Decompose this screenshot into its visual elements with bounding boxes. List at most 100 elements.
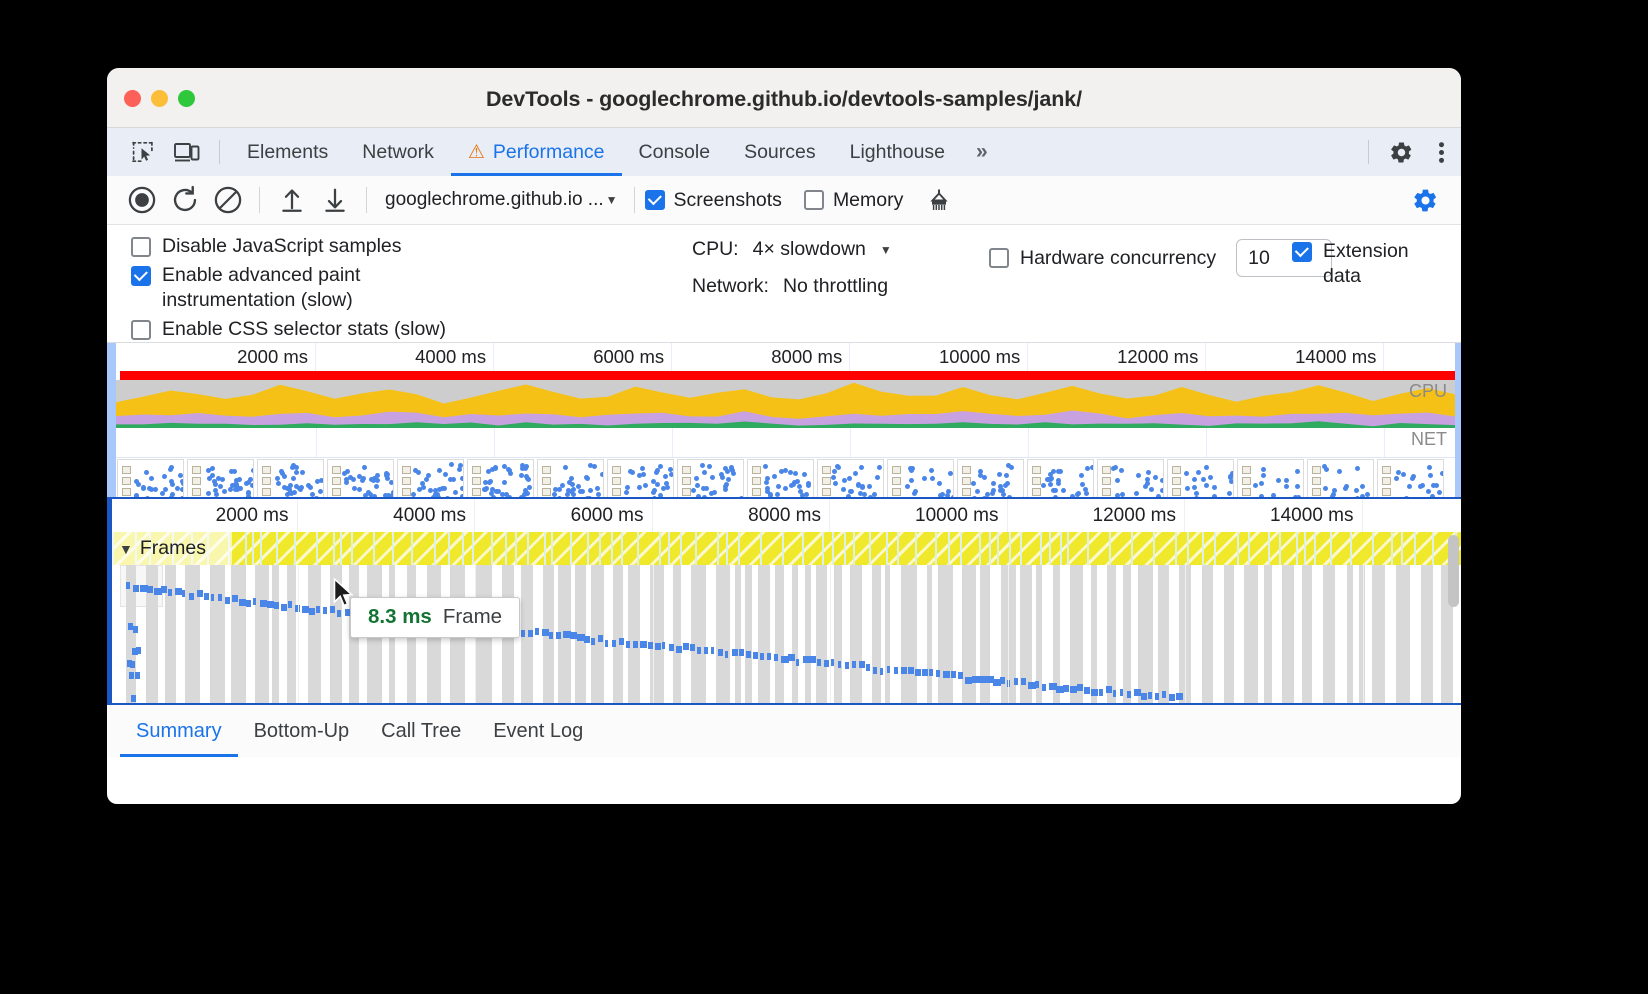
activity-band[interactable] [287,565,297,703]
animation-frame-marker[interactable] [824,660,830,667]
frames-track-header[interactable]: ▼ Frames [112,532,232,565]
activity-band[interactable] [775,565,784,703]
activity-band[interactable] [255,565,269,703]
activity-band[interactable] [1421,565,1433,703]
animation-frame-marker[interactable] [1169,694,1175,701]
animation-frame-marker[interactable] [549,632,553,639]
animation-frame-marker[interactable] [866,664,870,671]
activity-band[interactable] [1224,565,1234,703]
animation-frame-marker[interactable] [1113,690,1116,697]
record-icon[interactable] [120,179,163,222]
cpu-overview-chart[interactable]: CPU [116,380,1455,428]
animation-frame-marker[interactable] [640,641,647,648]
animation-frame-marker[interactable] [556,632,561,639]
animation-frame-marker[interactable] [704,647,708,654]
animation-frame-marker[interactable] [591,638,595,645]
animation-frame-marker[interactable] [246,600,252,607]
tab-bottom-up[interactable]: Bottom-Up [238,705,366,757]
animation-frame-marker[interactable] [1042,684,1046,691]
animation-frame-marker[interactable] [542,629,549,636]
animation-frame-marker[interactable] [655,643,661,650]
animation-frame-marker[interactable] [880,668,883,675]
animation-frame-marker[interactable] [133,585,139,592]
trace-source-select[interactable]: googlechrome.github.io ... ▼ [377,189,624,211]
animation-frame-marker[interactable] [915,669,921,676]
animation-frame-marker[interactable] [873,667,877,674]
animation-frame-marker[interactable] [1120,689,1124,696]
animation-frame-marker[interactable] [1000,677,1005,684]
animation-frame-marker[interactable] [908,667,913,674]
animation-frame-marker[interactable] [128,623,133,630]
animation-frame-marker[interactable] [132,648,137,655]
animation-frame-marker[interactable] [267,601,274,608]
animation-frame-marker[interactable] [197,590,204,597]
animation-frame-marker[interactable] [309,608,315,615]
activity-band[interactable] [231,565,246,703]
activity-band[interactable] [938,565,953,703]
overview-window-left-handle[interactable] [107,343,116,497]
more-options-icon[interactable] [1421,128,1461,176]
animation-frame-marker[interactable] [859,661,865,668]
activity-band[interactable] [1091,565,1097,703]
activity-band[interactable] [1123,565,1132,703]
animation-frame-marker[interactable] [1099,689,1103,696]
animation-frame-marker[interactable] [669,644,674,651]
activity-band[interactable] [1372,565,1385,703]
animation-frame-marker[interactable] [131,695,136,702]
animation-frame-marker[interactable] [130,661,135,668]
download-profile-icon[interactable] [313,179,356,222]
animation-frame-marker[interactable] [129,672,134,679]
animation-frame-marker[interactable] [683,643,689,650]
activity-band[interactable] [834,565,842,703]
animation-frame-marker[interactable] [936,670,940,677]
activity-band[interactable] [792,565,798,703]
animation-frame-marker[interactable] [1141,693,1147,700]
animation-frame-marker[interactable] [189,593,194,600]
animation-frame-marker[interactable] [887,666,890,673]
animation-frame-marker[interactable] [831,659,834,666]
more-tabs-icon[interactable]: » [962,128,1002,176]
memory-checkbox[interactable]: Memory [804,189,903,212]
activity-band[interactable] [735,565,741,703]
animation-frame-marker[interactable] [796,659,799,666]
activity-band[interactable] [901,565,917,703]
clear-icon[interactable] [206,179,249,222]
activity-band[interactable] [1302,565,1312,703]
animation-frame-marker[interactable] [1063,685,1069,692]
animation-frame-marker[interactable] [711,647,714,654]
animation-frame-marker[interactable] [901,667,907,674]
animation-frame-marker[interactable] [951,671,957,678]
inspect-element-icon[interactable] [121,128,165,176]
chevron-down-icon[interactable]: ▼ [880,243,892,257]
activity-band[interactable] [1107,565,1116,703]
animation-frame-marker[interactable] [1106,686,1113,693]
upload-profile-icon[interactable] [270,179,313,222]
activity-band[interactable] [816,565,827,703]
activity-band[interactable] [745,565,752,703]
activity-band[interactable] [673,565,681,703]
animation-frame-marker[interactable] [746,651,751,658]
activity-band[interactable] [691,565,706,703]
animation-frame-marker[interactable] [767,653,770,660]
activity-band[interactable] [1070,565,1083,703]
animation-frame-marker[interactable] [662,642,665,649]
animation-frame-marker[interactable] [1021,678,1026,685]
css-selector-stats-checkbox[interactable]: Enable CSS selector stats (slow) [131,317,462,342]
animation-frame-marker[interactable] [943,671,950,678]
animation-frame-marker[interactable] [753,652,758,659]
collect-garbage-icon[interactable] [917,179,960,222]
animation-frame-marker[interactable] [760,653,764,660]
animation-frame-marker[interactable] [218,594,223,601]
animation-frame-marker[interactable] [274,602,279,609]
activity-band[interactable] [185,565,201,703]
animation-frame-marker[interactable] [1176,693,1183,700]
disable-js-samples-checkbox[interactable]: Disable JavaScript samples [131,234,462,259]
tab-sources[interactable]: Sources [727,128,833,176]
tab-event-log[interactable]: Event Log [477,705,599,757]
cpu-throttling-select[interactable]: 4× slowdown [753,238,866,261]
animation-frame-marker[interactable] [584,636,590,643]
animation-frame-marker[interactable] [718,649,723,656]
animation-frame-marker[interactable] [612,640,616,647]
tab-lighthouse[interactable]: Lighthouse [833,128,962,176]
animation-frame-marker[interactable] [697,647,701,654]
